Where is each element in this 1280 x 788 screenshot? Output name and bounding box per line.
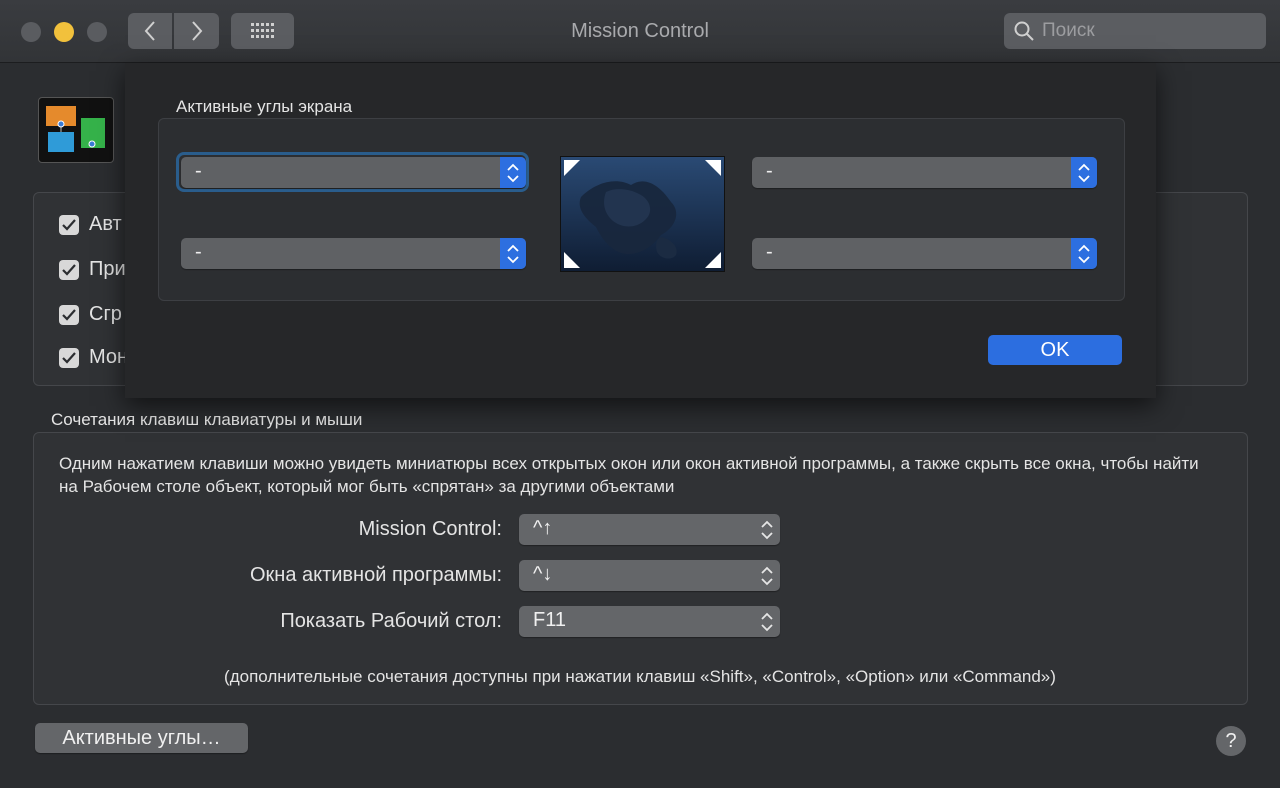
- bottom-left-corner-popup[interactable]: -: [181, 238, 526, 269]
- popup-arrows: [1071, 157, 1097, 188]
- shortcut-value: ^↑: [533, 517, 553, 539]
- corner-marker-icon: [564, 252, 580, 268]
- checkmark-icon: [62, 218, 76, 231]
- modifier-hint-text: (дополнительные сочетания доступны при н…: [224, 667, 1056, 686]
- desktop-preview: [560, 156, 725, 272]
- shortcut-row-app-windows: Окна активной программы: ^↓: [0, 560, 1280, 592]
- top-left-corner-popup[interactable]: -: [181, 157, 526, 188]
- hot-corners-button[interactable]: Активные углы…: [35, 723, 248, 753]
- shortcut-value: ^↓: [533, 563, 553, 585]
- checkbox-3-label: Сгр: [89, 303, 122, 325]
- app-windows-shortcut-popup[interactable]: ^↓: [519, 560, 780, 591]
- corner-marker-icon: [705, 160, 721, 176]
- up-down-chevron-icon: [507, 244, 519, 263]
- search-input[interactable]: [1040, 19, 1244, 43]
- island-wallpaper: [561, 157, 724, 271]
- shortcut-value: F11: [533, 609, 566, 631]
- ok-button[interactable]: OK: [988, 335, 1122, 365]
- corner-value: -: [766, 241, 773, 263]
- help-button[interactable]: ?: [1216, 726, 1246, 756]
- checkbox-row-2[interactable]: При: [59, 258, 126, 281]
- checkbox-3[interactable]: [59, 304, 79, 325]
- sheet-title: Активные углы экрана: [176, 97, 353, 116]
- shortcut-label: Показать Рабочий стол:: [280, 610, 502, 632]
- checkbox-row-3[interactable]: Сгр: [59, 303, 122, 326]
- checkbox-row-4[interactable]: Мон: [59, 346, 128, 369]
- checkbox-2-label: При: [89, 258, 126, 280]
- up-down-chevron-icon: [761, 566, 773, 586]
- up-down-chevron-icon: [507, 163, 519, 182]
- popup-arrows: [500, 157, 526, 188]
- corner-marker-icon: [705, 252, 721, 268]
- shortcut-label: Mission Control:: [358, 518, 502, 540]
- mission-control-app-icon: [38, 97, 114, 163]
- checkbox-1-label: Авт: [89, 213, 122, 235]
- checkmark-icon: [62, 351, 76, 364]
- bottom-right-corner-popup[interactable]: -: [752, 238, 1097, 269]
- corner-marker-icon: [564, 160, 580, 176]
- show-desktop-shortcut-popup[interactable]: F11: [519, 606, 780, 637]
- keyboard-description: Одним нажатием клавиши можно увидеть мин…: [59, 454, 1199, 496]
- shortcut-row-mission-control: Mission Control: ^↑: [0, 514, 1280, 546]
- keyboard-section-title: Сочетания клавиш клавиатуры и мыши: [51, 410, 363, 429]
- up-down-chevron-icon: [761, 612, 773, 632]
- checkbox-row-1[interactable]: Авт: [59, 213, 122, 236]
- search-field[interactable]: [1004, 13, 1266, 49]
- up-down-chevron-icon: [1078, 244, 1090, 263]
- up-down-chevron-icon: [1078, 163, 1090, 182]
- checkmark-icon: [62, 308, 76, 321]
- up-down-chevron-icon: [761, 520, 773, 540]
- hot-corners-sheet: Активные углы экрана - - - - OK: [125, 63, 1156, 398]
- corner-value: -: [766, 160, 773, 182]
- popup-arrows: [1071, 238, 1097, 269]
- corner-value: -: [195, 241, 202, 263]
- checkbox-4-label: Мон: [89, 346, 129, 368]
- shortcut-row-show-desktop: Показать Рабочий стол: F11: [0, 606, 1280, 638]
- shortcut-label: Окна активной программы:: [249, 564, 502, 586]
- checkbox-1[interactable]: [59, 214, 79, 235]
- modifier-hint: (дополнительные сочетания доступны при н…: [0, 667, 1280, 687]
- title-bar: Mission Control: [0, 0, 1280, 63]
- checkmark-icon: [62, 263, 76, 276]
- top-right-corner-popup[interactable]: -: [752, 157, 1097, 188]
- checkbox-4[interactable]: [59, 347, 79, 368]
- mission-control-shortcut-popup[interactable]: ^↑: [519, 514, 780, 545]
- checkbox-2[interactable]: [59, 259, 79, 280]
- popup-arrows: [500, 238, 526, 269]
- corner-value: -: [195, 160, 202, 182]
- search-icon: [1014, 21, 1034, 41]
